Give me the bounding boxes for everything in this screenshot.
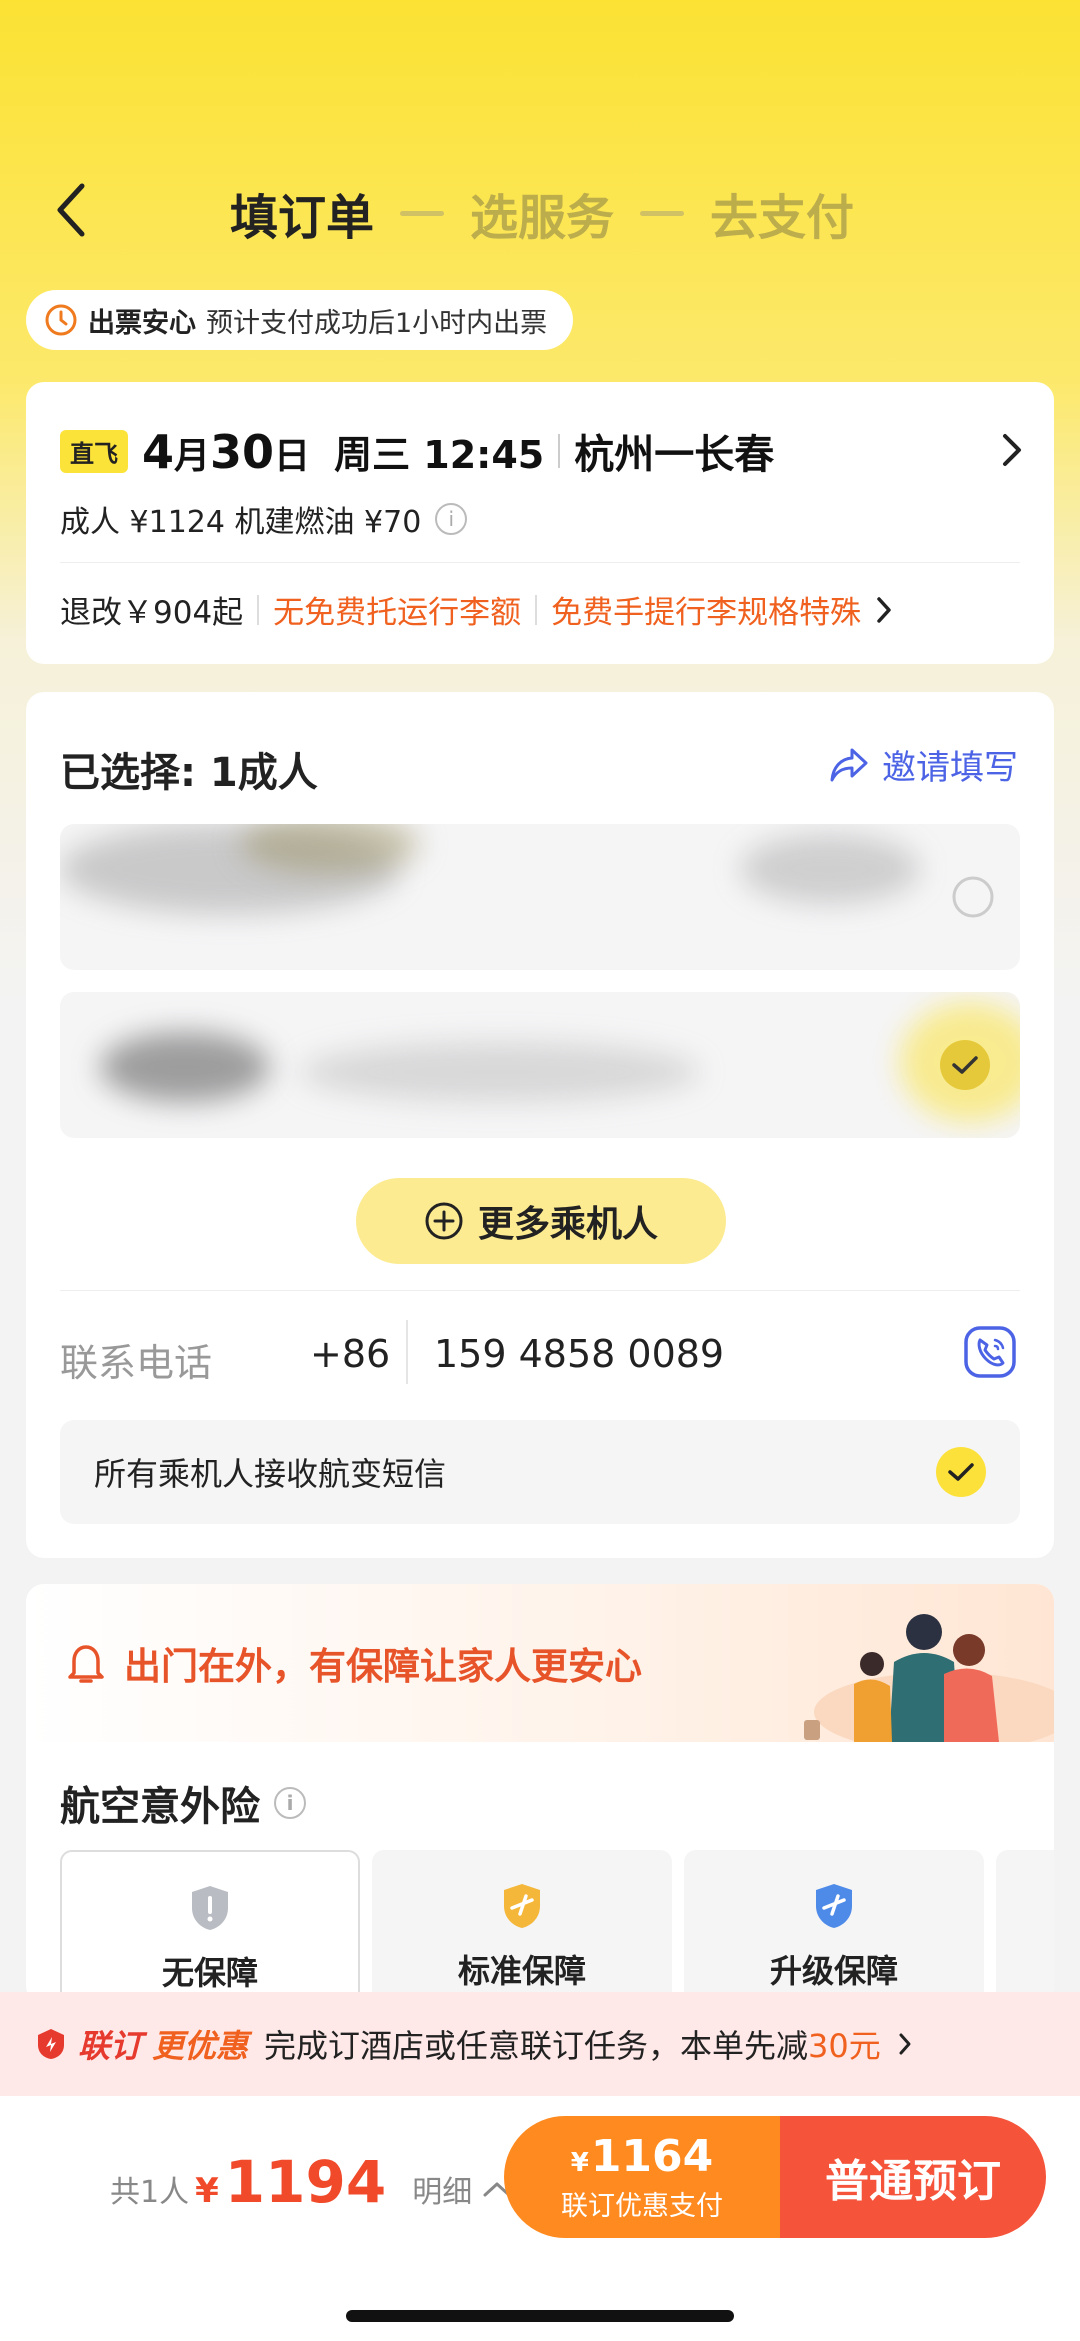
more-passengers-button[interactable]: 更多乘机人 — [356, 1178, 726, 1264]
contact-book-icon[interactable] — [962, 1324, 1018, 1380]
chevron-right-icon — [1003, 434, 1021, 466]
adult-price-text: 成人 ¥1124 机建燃油 ¥70 — [60, 505, 422, 540]
shield-gold-icon — [504, 1884, 540, 1928]
share-icon — [830, 748, 868, 781]
total-amount: 1194 — [224, 2148, 387, 2216]
passenger-total-count: 共1人 — [110, 2175, 190, 2210]
divider — [406, 1320, 408, 1384]
flight-weekday-time: 周三 12:45 — [334, 433, 545, 477]
insurance-option-upgrade[interactable]: 升级保障 — [684, 1850, 984, 2004]
divider — [257, 594, 260, 625]
step-separator — [640, 210, 685, 216]
info-icon[interactable]: i — [274, 1787, 306, 1819]
order-steps: 填订单 选服务 去支付 — [230, 178, 854, 248]
divider — [60, 1290, 1020, 1291]
policy-row[interactable]: 退改￥904起 无免费托运行李额 免费手提行李规格特殊 — [60, 587, 893, 632]
chevron-right-icon — [899, 2033, 911, 2055]
flight-route: 杭州一长春 — [574, 432, 775, 478]
insurance-title: 航空意外险 i — [60, 1774, 306, 1832]
redacted-area — [300, 1042, 700, 1102]
passenger-card: 已选择: 1成人 邀请填写 更多乘机人 联系电话 +86 159 4858 00… — [26, 692, 1054, 1558]
insurance-banner-text: 出门在外，有保障让家人更安心 — [66, 1636, 642, 1690]
bundle-pay-label: 联订优惠支付 — [561, 2191, 723, 2222]
insurance-option-more[interactable] — [996, 1850, 1054, 2004]
shield-blue-icon — [816, 1884, 852, 1928]
step-select-service: 选服务 — [470, 190, 615, 246]
passenger-item[interactable] — [60, 992, 1020, 1138]
price-detail-toggle[interactable]: 明细 — [412, 2167, 512, 2211]
step-fill-order: 填订单 — [230, 190, 375, 246]
direct-flight-badge: 直飞 — [60, 429, 128, 473]
step-go-pay: 去支付 — [710, 190, 855, 246]
back-button[interactable] — [40, 170, 100, 250]
divider — [60, 562, 1020, 563]
normal-booking-button[interactable]: 普通预订 — [780, 2116, 1046, 2238]
selected-passenger-count: 已选择: 1成人 — [60, 750, 318, 796]
flight-date: 4月30日 — [142, 425, 311, 479]
divider — [535, 594, 538, 625]
bundle-pay-button[interactable]: ¥1164 联订优惠支付 — [504, 2116, 780, 2238]
invite-fill-button[interactable]: 邀请填写 — [828, 740, 1018, 789]
redacted-area — [740, 834, 920, 904]
pay-buttons: ¥1164 联订优惠支付 普通预订 — [504, 2116, 1046, 2238]
insurance-banner: 出门在外，有保障让家人更安心 — [26, 1584, 1054, 1742]
price-breakdown: 成人 ¥1124 机建燃油 ¥70 i — [60, 497, 468, 541]
chevron-right-icon — [877, 596, 891, 623]
invite-label: 邀请填写 — [882, 748, 1018, 788]
flight-summary: 直飞 4月30日 周三 12:45 杭州一长春 — [60, 422, 774, 480]
family-illustration-icon — [804, 1614, 1054, 1742]
redacted-area — [100, 1032, 270, 1102]
insurance-option-none[interactable]: 无保障 — [60, 1850, 360, 2004]
flight-info-card[interactable]: 直飞 4月30日 周三 12:45 杭州一长春 成人 ¥1124 机建燃油 ¥7… — [26, 382, 1054, 664]
plus-circle-icon — [425, 1202, 463, 1240]
bell-icon — [68, 1645, 104, 1683]
step-separator — [400, 210, 445, 216]
unselected-circle-icon[interactable] — [950, 874, 996, 920]
bundle-promo-banner[interactable]: 联订 更优惠 完成订酒店或任意联订任务，本单先减30元 — [0, 1992, 1080, 2096]
baggage-policy: 无免费托运行李额 — [273, 595, 522, 631]
sms-label: 所有乘机人接收航变短信 — [94, 1455, 447, 1493]
insurance-card: 出门在外，有保障让家人更安心 航空意外险 i 无保障 标准保障 升级保障 — [26, 1584, 1054, 2004]
home-indicator[interactable] — [346, 2310, 734, 2322]
carry-on-policy: 免费手提行李规格特殊 — [551, 595, 862, 631]
promo-text: 完成订酒店或任意联订任务，本单先减30元 — [264, 2027, 881, 2065]
promo-brand: 联订 更优惠 — [34, 2021, 248, 2067]
insurance-option-standard[interactable]: 标准保障 — [372, 1850, 672, 2004]
notice-text: 预计支付成功后1小时内出票 — [206, 307, 548, 339]
shield-grey-icon — [192, 1886, 228, 1930]
selected-check-icon[interactable] — [940, 1040, 990, 1090]
ticket-notice: 出票安心 预计支付成功后1小时内出票 — [26, 290, 574, 350]
bottom-checkout-bar: 共1人 ¥ 1194 明细 ¥1164 联订优惠支付 普通预订 — [0, 2096, 1080, 2341]
total-price: 共1人 ¥ 1194 明细 — [110, 2148, 512, 2216]
check-icon[interactable] — [936, 1447, 986, 1497]
tag-icon — [38, 2029, 64, 2059]
notice-title: 出票安心 — [88, 307, 196, 339]
divider — [558, 434, 561, 468]
info-icon[interactable]: i — [435, 503, 468, 535]
refund-policy: 退改￥904起 — [60, 595, 244, 631]
more-passengers-label: 更多乘机人 — [477, 1204, 658, 1245]
contact-phone-label: 联系电话 — [60, 1341, 213, 1385]
flight-change-sms-toggle[interactable]: 所有乘机人接收航变短信 — [60, 1420, 1020, 1524]
phone-number-input[interactable]: 159 4858 0089 — [434, 1332, 724, 1376]
chevron-left-icon — [57, 183, 85, 237]
bundle-price: ¥1164 — [570, 2131, 714, 2182]
country-code-selector[interactable]: +86 — [310, 1332, 390, 1376]
currency-symbol: ¥ — [195, 2171, 219, 2211]
clock-icon — [45, 304, 77, 336]
passenger-item[interactable] — [60, 824, 1020, 970]
